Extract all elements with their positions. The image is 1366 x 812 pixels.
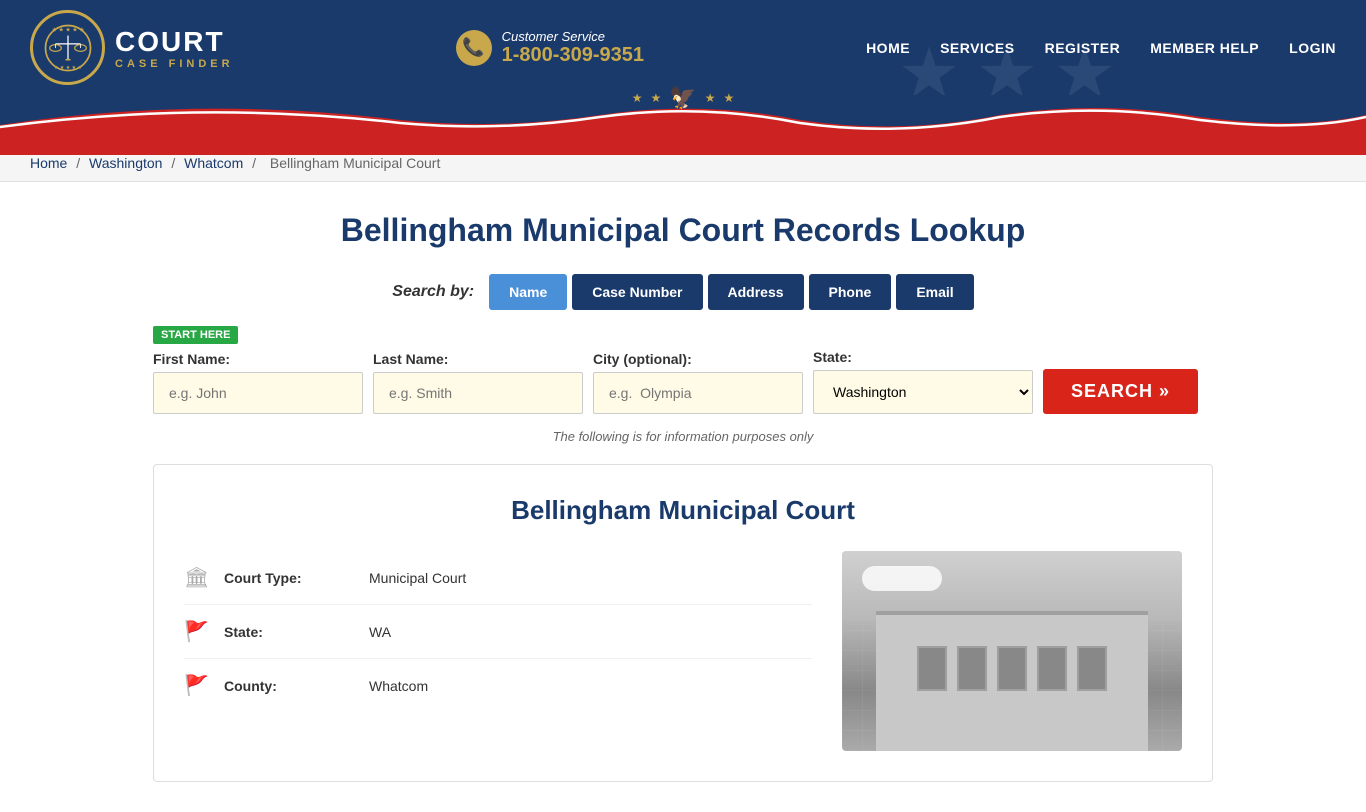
breadcrumb-current: Bellingham Municipal Court — [270, 155, 440, 171]
nav-home[interactable]: HOME — [866, 40, 910, 56]
search-form: First Name: Last Name: City (optional): … — [153, 349, 1213, 414]
state-icon: 🚩 — [184, 619, 209, 644]
court-card-title: Bellingham Municipal Court — [184, 495, 1182, 526]
phone-area: 📞 Customer Service 1-800-309-9351 — [456, 29, 644, 67]
city-label: City (optional): — [593, 351, 803, 367]
window-2 — [957, 646, 987, 691]
search-by-label: Search by: — [392, 283, 474, 301]
main-nav: HOME SERVICES REGISTER MEMBER HELP LOGIN — [866, 40, 1336, 56]
breadcrumb-county[interactable]: Whatcom — [184, 155, 243, 171]
main-content: Bellingham Municipal Court Records Looku… — [133, 182, 1233, 812]
breadcrumb-sep-2: / — [171, 155, 179, 171]
info-note: The following is for information purpose… — [153, 429, 1213, 444]
nav-register[interactable]: REGISTER — [1045, 40, 1121, 56]
court-type-label: Court Type: — [224, 570, 354, 586]
last-name-group: Last Name: — [373, 351, 583, 414]
court-building-image — [842, 551, 1182, 751]
court-type-value: Municipal Court — [369, 570, 466, 586]
court-image-bg — [842, 551, 1182, 751]
search-by-row: Search by: Name Case Number Address Phon… — [153, 274, 1213, 310]
logo-court-label: COURT — [115, 26, 234, 58]
svg-text:★ ★ ★ ★ ★: ★ ★ ★ ★ ★ — [51, 26, 84, 33]
state-group: State: Washington AlabamaAlaskaArizona A… — [813, 349, 1033, 414]
court-card: Bellingham Municipal Court 🏛 Court Type:… — [153, 464, 1213, 782]
window-1 — [917, 646, 947, 691]
page-title: Bellingham Municipal Court Records Looku… — [153, 212, 1213, 249]
court-info-layout: 🏛 Court Type: Municipal Court 🚩 State: W… — [184, 551, 1182, 751]
wave-area: ★★ 🦅 ★★ — [0, 95, 1366, 145]
state-select[interactable]: Washington AlabamaAlaskaArizona Arkansas… — [813, 370, 1033, 414]
tab-phone[interactable]: Phone — [809, 274, 892, 310]
court-type-icon: 🏛 — [184, 565, 209, 590]
breadcrumb-sep-1: / — [76, 155, 84, 171]
first-name-label: First Name: — [153, 351, 363, 367]
breadcrumb-home[interactable]: Home — [30, 155, 67, 171]
eagle-container: ★★ 🦅 ★★ — [632, 85, 734, 111]
logo-icon: ★ ★ ★ ★ ★ ★ ★ ★ ★ ★ — [30, 10, 105, 85]
site-header: ★ ★ ★ ★ ★ ★ ★ ★ ★ ★ COURT CASE FINDER — [0, 0, 1366, 145]
county-value: Whatcom — [369, 678, 428, 694]
logo-area: ★ ★ ★ ★ ★ ★ ★ ★ ★ ★ COURT CASE FINDER — [30, 10, 234, 85]
tab-email[interactable]: Email — [896, 274, 973, 310]
tab-name[interactable]: Name — [489, 274, 567, 310]
city-input[interactable] — [593, 372, 803, 414]
logo-text: COURT CASE FINDER — [115, 26, 234, 70]
search-button[interactable]: SEARCH » — [1043, 369, 1198, 414]
customer-service-label: Customer Service — [502, 29, 644, 44]
window-5 — [1077, 646, 1107, 691]
building — [876, 611, 1148, 751]
state-info-label: State: — [224, 624, 354, 640]
court-type-row: 🏛 Court Type: Municipal Court — [184, 551, 812, 605]
first-name-input[interactable] — [153, 372, 363, 414]
nav-login[interactable]: LOGIN — [1289, 40, 1336, 56]
svg-text:★ ★ ★ ★ ★: ★ ★ ★ ★ ★ — [54, 64, 82, 70]
state-label: State: — [813, 349, 1033, 365]
last-name-input[interactable] — [373, 372, 583, 414]
tab-case-number[interactable]: Case Number — [572, 274, 702, 310]
county-icon: 🚩 — [184, 673, 209, 698]
county-row: 🚩 County: Whatcom — [184, 659, 812, 712]
court-info-table: 🏛 Court Type: Municipal Court 🚩 State: W… — [184, 551, 812, 751]
windows — [917, 646, 1107, 691]
breadcrumb-state[interactable]: Washington — [89, 155, 162, 171]
tab-address[interactable]: Address — [708, 274, 804, 310]
stars-row: ★★ 🦅 ★★ — [632, 85, 734, 111]
phone-number: 1-800-309-9351 — [502, 44, 644, 67]
window-4 — [1037, 646, 1067, 691]
breadcrumb-sep-3: / — [252, 155, 260, 171]
start-here-badge: START HERE — [153, 326, 238, 344]
nav-services[interactable]: SERVICES — [940, 40, 1015, 56]
state-row: 🚩 State: WA — [184, 605, 812, 659]
nav-member-help[interactable]: MEMBER HELP — [1150, 40, 1259, 56]
cloud — [862, 566, 942, 591]
first-name-group: First Name: — [153, 351, 363, 414]
state-info-value: WA — [369, 624, 391, 640]
logo-subtitle-label: CASE FINDER — [115, 58, 234, 70]
phone-icon: 📞 — [456, 30, 492, 66]
phone-info: Customer Service 1-800-309-9351 — [502, 29, 644, 67]
search-section: START HERE First Name: Last Name: City (… — [153, 325, 1213, 414]
county-label: County: — [224, 678, 354, 694]
city-group: City (optional): — [593, 351, 803, 414]
window-3 — [997, 646, 1027, 691]
last-name-label: Last Name: — [373, 351, 583, 367]
